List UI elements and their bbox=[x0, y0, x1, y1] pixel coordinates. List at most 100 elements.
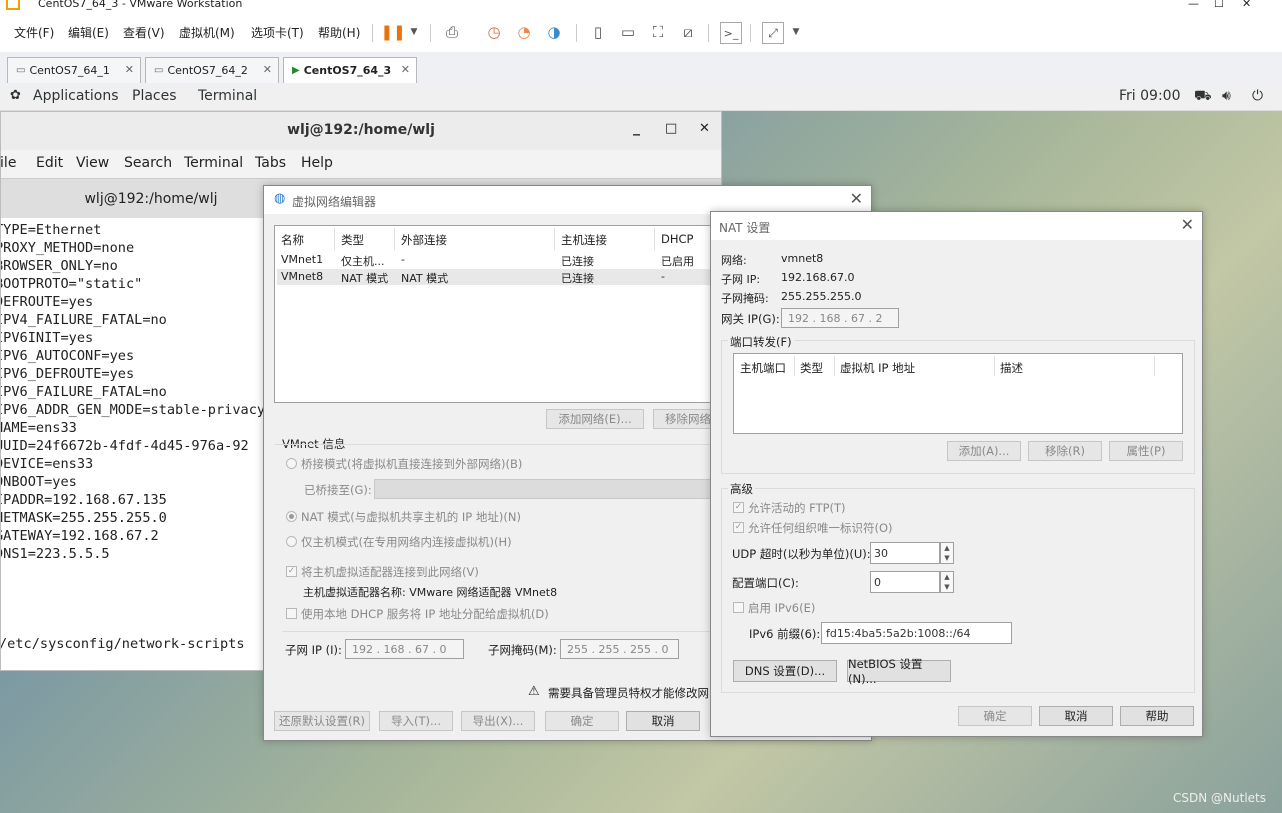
applications-menu[interactable]: Applications bbox=[33, 88, 119, 104]
network-icon[interactable]: ⛟ bbox=[1194, 88, 1212, 106]
bridged-to-select[interactable] bbox=[374, 479, 714, 499]
menu-edit[interactable]: Edit bbox=[36, 155, 63, 171]
terminal-line: IPV6_ADDR_GEN_MODE=stable-privacy bbox=[1, 402, 266, 418]
config-port-input[interactable]: 0 bbox=[870, 571, 940, 593]
terminal-line: UUID=24f6672b-4fdf-4d45-976a-92 bbox=[1, 438, 249, 454]
minimize-icon[interactable]: — bbox=[1188, 0, 1199, 10]
menu-terminal[interactable]: Terminal bbox=[184, 155, 243, 171]
terminal-tab[interactable]: wlj@192:/home/wlj bbox=[1, 179, 301, 218]
tab-centos7-64-3[interactable]: ▶ CentOS7_64_3 ✕ bbox=[283, 57, 417, 83]
dropdown-arrow-icon[interactable]: ▼ bbox=[786, 22, 806, 42]
add-network-button[interactable]: 添加网络(E)... bbox=[546, 409, 644, 429]
close-tab-icon[interactable]: ✕ bbox=[401, 63, 410, 76]
help-button[interactable]: 帮助 bbox=[1120, 706, 1194, 726]
dialog-title-bar: ◍ 虚拟网络编辑器 ✕ bbox=[264, 186, 871, 214]
pf-remove-button[interactable]: 移除(R) bbox=[1028, 441, 1102, 461]
network-value: vmnet8 bbox=[781, 252, 824, 265]
menu-view[interactable]: View bbox=[76, 155, 109, 171]
maximize-icon[interactable]: ☐ bbox=[1214, 0, 1224, 10]
clock[interactable]: Fri 09:00 bbox=[1119, 88, 1180, 104]
send-keys-icon[interactable]: ⎙ bbox=[442, 22, 462, 42]
ipv6-prefix-input[interactable]: fd15:4ba5:5a2b:1008::/64 bbox=[821, 622, 1012, 644]
close-icon[interactable]: ✕ bbox=[850, 189, 863, 208]
ok-button[interactable]: 确定 bbox=[545, 711, 619, 731]
tab-centos7-64-2[interactable]: ▭ CentOS7_64_2 ✕ bbox=[145, 57, 279, 83]
close-tab-icon[interactable]: ✕ bbox=[125, 63, 134, 76]
maximize-icon[interactable]: □ bbox=[665, 121, 677, 136]
network-label: 网络: bbox=[721, 254, 747, 267]
allow-ftp-checkbox[interactable]: ✓ bbox=[733, 502, 744, 513]
pause-icon[interactable]: ❚❚ bbox=[380, 22, 405, 42]
minimize-icon[interactable]: _ bbox=[633, 120, 640, 136]
export-button[interactable]: 导出(X)... bbox=[461, 711, 535, 731]
close-tab-icon[interactable]: ✕ bbox=[263, 63, 272, 76]
snapshot-icon[interactable]: ◷ bbox=[484, 22, 504, 42]
menu-edit[interactable]: 编辑(E) bbox=[68, 24, 109, 41]
subnet-mask-input[interactable]: 255 . 255 . 255 . 0 bbox=[560, 639, 679, 659]
dialog-title: NAT 设置 bbox=[719, 221, 771, 235]
dns-settings-button[interactable]: DNS 设置(D)... bbox=[733, 660, 837, 682]
pf-add-button[interactable]: 添加(A)... bbox=[947, 441, 1021, 461]
menu-search[interactable]: Search bbox=[124, 155, 172, 171]
host-only-radio[interactable] bbox=[286, 536, 297, 547]
power-icon[interactable]: ⏻ bbox=[1252, 88, 1263, 104]
menu-tabs[interactable]: Tabs bbox=[255, 155, 286, 171]
config-port-spinner[interactable]: ▲ ▼ bbox=[940, 571, 954, 593]
subnet-ip-label: 子网 IP (I): bbox=[285, 643, 342, 657]
thumbnail-icon[interactable]: ▭ bbox=[618, 22, 638, 42]
menu-vm[interactable]: 虚拟机(M) bbox=[179, 24, 235, 41]
nat-mode-radio[interactable] bbox=[286, 511, 297, 522]
console-icon[interactable]: >_ bbox=[720, 22, 742, 44]
menu-file[interactable]: 文件(F) bbox=[14, 24, 54, 41]
terminal-line: IPV6_AUTOCONF=yes bbox=[1, 348, 135, 364]
volume-icon[interactable]: 🔊︎ bbox=[1222, 88, 1231, 104]
subnet-ip-input[interactable]: 192 . 168 . 67 . 0 bbox=[345, 639, 464, 659]
menu-help[interactable]: 帮助(H) bbox=[318, 24, 360, 41]
netbios-settings-button[interactable]: NetBIOS 设置(N)... bbox=[847, 657, 951, 686]
connect-adapter-checkbox[interactable]: ✓ bbox=[286, 566, 297, 577]
dropdown-arrow-icon[interactable]: ▼ bbox=[404, 22, 424, 42]
col-header-vm-ip: 虚拟机 IP 地址 bbox=[840, 361, 916, 375]
use-dhcp-checkbox[interactable] bbox=[286, 608, 297, 619]
toolbar-separator bbox=[708, 24, 709, 42]
places-menu[interactable]: Places bbox=[132, 88, 177, 104]
pf-properties-button[interactable]: 属性(P) bbox=[1109, 441, 1183, 461]
menu-tabs[interactable]: 选项卡(T) bbox=[251, 24, 304, 41]
column-divider bbox=[654, 228, 655, 250]
menu-help[interactable]: Help bbox=[301, 155, 333, 171]
close-icon[interactable]: ✕ bbox=[699, 121, 710, 136]
unity-icon[interactable]: ⧄ bbox=[678, 22, 698, 42]
menu-file[interactable]: File bbox=[0, 155, 16, 171]
gateway-input[interactable]: 192 . 168 . 67 . 2 bbox=[781, 308, 899, 328]
cell-external: - bbox=[401, 253, 405, 266]
terminal-line: PROXY_METHOD=none bbox=[1, 240, 135, 256]
sidebar-icon[interactable]: ▯ bbox=[588, 22, 608, 42]
tab-centos7-64-1[interactable]: ▭ CentOS7_64_1 ✕ bbox=[7, 57, 141, 83]
menu-view[interactable]: 查看(V) bbox=[123, 24, 165, 41]
ok-button[interactable]: 确定 bbox=[958, 706, 1032, 726]
toolbar-separator bbox=[576, 24, 577, 42]
import-button[interactable]: 导入(T)... bbox=[379, 711, 453, 731]
port-forward-list[interactable]: 主机端口 类型 虚拟机 IP 地址 描述 bbox=[733, 353, 1183, 434]
table-row[interactable]: VMnet8 NAT 模式 NAT 模式 已连接 - bbox=[277, 269, 723, 285]
allow-oui-checkbox[interactable]: ✓ bbox=[733, 522, 744, 533]
bridge-mode-radio[interactable] bbox=[286, 458, 297, 469]
col-header-name: 名称 bbox=[281, 233, 304, 247]
cancel-button[interactable]: 取消 bbox=[1039, 706, 1113, 726]
stretch-icon[interactable]: ⤢ bbox=[762, 22, 784, 44]
vmnet-list[interactable]: 名称 类型 外部连接 主机连接 DHCP VMnet1 仅主机... - 已连接… bbox=[274, 225, 724, 403]
cancel-button[interactable]: 取消 bbox=[626, 711, 700, 731]
snapshot-manager-icon[interactable]: ◑ bbox=[544, 22, 564, 42]
udp-timeout-input[interactable]: 30 bbox=[870, 542, 940, 564]
revert-snapshot-icon[interactable]: ◔ bbox=[514, 22, 534, 42]
column-divider bbox=[554, 228, 555, 250]
table-row[interactable]: VMnet1 仅主机... - 已连接 已启用 bbox=[277, 252, 723, 268]
fullscreen-icon[interactable]: ⛶ bbox=[648, 22, 668, 42]
restore-defaults-button[interactable]: 还原默认设置(R) bbox=[274, 711, 370, 731]
toolbar-separator bbox=[750, 24, 751, 42]
udp-timeout-spinner[interactable]: ▲ ▼ bbox=[940, 542, 954, 564]
close-icon[interactable]: ✕ bbox=[1242, 0, 1251, 10]
terminal-menu[interactable]: Terminal bbox=[198, 88, 257, 104]
enable-ipv6-checkbox[interactable] bbox=[733, 602, 744, 613]
close-icon[interactable]: ✕ bbox=[1181, 215, 1194, 234]
